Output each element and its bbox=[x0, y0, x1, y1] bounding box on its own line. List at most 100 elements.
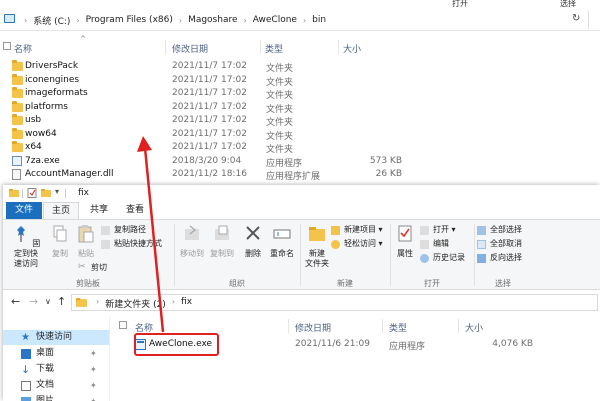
tab-file[interactable]: 文件 bbox=[6, 202, 42, 219]
tab-view[interactable]: 查看 bbox=[117, 202, 153, 219]
column-divider[interactable] bbox=[165, 40, 166, 54]
file-row[interactable]: 7za.exe 2018/3/20 9:04 应用程序 573 KB bbox=[0, 155, 600, 169]
copy-button[interactable]: 复制 bbox=[49, 224, 71, 259]
file-type: 文件夹 bbox=[266, 91, 294, 101]
refresh-icon[interactable]: ↻ bbox=[572, 14, 582, 24]
paste-shortcut-label: 粘贴快捷方式 bbox=[114, 239, 162, 248]
file-name: DriversPack bbox=[25, 61, 79, 71]
easy-access-button[interactable]: 轻松访问 ▾ bbox=[331, 238, 383, 250]
group-divider bbox=[300, 224, 301, 286]
invert-selection-button[interactable]: 反向选择 bbox=[477, 252, 522, 264]
delete-button[interactable]: 删除 bbox=[240, 224, 266, 259]
copy-to-button[interactable]: 复制到 bbox=[208, 224, 236, 259]
file-date: 2021/11/7 17:02 bbox=[172, 88, 247, 98]
recent-locations-icon[interactable]: ∨ bbox=[45, 297, 51, 306]
file-row[interactable]: DriversPack 2021/11/7 17:02 文件夹 bbox=[0, 60, 600, 74]
column-size[interactable]: 大小 bbox=[465, 321, 483, 334]
select-none-icon bbox=[477, 240, 486, 249]
new-folder-icon[interactable] bbox=[41, 188, 51, 198]
pinned-icon: ✦ bbox=[90, 349, 97, 358]
rename-button[interactable]: 重命名 bbox=[268, 224, 296, 259]
sidebar-item-quick-access[interactable]: ★ 快速访问 bbox=[3, 330, 109, 345]
breadcrumb-item[interactable]: Magoshare bbox=[188, 15, 237, 25]
quick-access-toolbar-dropdown-icon[interactable]: ▾ bbox=[55, 187, 59, 196]
column-date[interactable]: 修改日期 bbox=[295, 321, 331, 334]
clipboard-group-label: 剪贴板 bbox=[76, 279, 100, 288]
rename-icon bbox=[273, 229, 291, 239]
new-item-icon bbox=[331, 226, 340, 235]
column-divider[interactable] bbox=[338, 40, 339, 54]
highlight-box bbox=[134, 333, 219, 356]
move-to-button[interactable]: 移动到 bbox=[178, 224, 206, 259]
sidebar-item-pictures[interactable]: 图片 ✦ bbox=[3, 394, 109, 401]
column-divider[interactable] bbox=[288, 319, 289, 333]
sidebar-item-label: 下载 bbox=[36, 364, 55, 374]
easy-access-icon bbox=[331, 240, 340, 249]
cut-button[interactable]: ✂ 剪切 bbox=[78, 262, 107, 274]
paste-shortcut-button[interactable]: 粘贴快捷方式 bbox=[101, 238, 162, 250]
column-size[interactable]: 大小 bbox=[343, 42, 361, 55]
pin-icon bbox=[16, 226, 25, 242]
sidebar-item-documents[interactable]: 文档 ✦ bbox=[3, 378, 109, 393]
file-date: 2021/11/6 21:09 bbox=[295, 339, 370, 349]
breadcrumb-item[interactable]: 新建文件夹 (2) bbox=[105, 297, 166, 310]
file-date: 2021/11/2 18:16 bbox=[172, 169, 247, 179]
file-name: imageformats bbox=[25, 88, 88, 98]
address-bar[interactable]: › 新建文件夹 (2) › fix bbox=[71, 294, 598, 311]
paste-button[interactable]: 粘贴 bbox=[75, 224, 97, 259]
select-all-checkbox[interactable] bbox=[119, 321, 127, 329]
properties-icon[interactable] bbox=[27, 188, 37, 198]
pin-to-quick-access-button[interactable]: 固定到快 速访问 bbox=[9, 224, 43, 269]
file-type: 文件夹 bbox=[266, 64, 294, 74]
file-row[interactable]: usb 2021/11/7 17:02 文件夹 bbox=[0, 114, 600, 128]
new-item-button[interactable]: 新建项目 ▾ bbox=[331, 224, 383, 236]
back-icon[interactable]: ← bbox=[11, 295, 20, 308]
sidebar-item-desktop[interactable]: 桌面 ✦ bbox=[3, 346, 109, 361]
edit-button[interactable]: 编辑 bbox=[420, 238, 449, 250]
column-divider[interactable] bbox=[260, 40, 261, 54]
open-button[interactable]: 打开 ▾ bbox=[420, 224, 456, 236]
column-divider[interactable] bbox=[458, 319, 459, 333]
column-header: ^ 名称 修改日期 类型 大小 bbox=[0, 35, 600, 56]
address-bar[interactable]: › 系统 (C:) › Program Files (x86) › Magosh… bbox=[0, 9, 600, 31]
search-box[interactable] bbox=[588, 11, 600, 29]
file-row[interactable]: imageformats 2021/11/7 17:02 文件夹 bbox=[0, 87, 600, 101]
picture-icon bbox=[21, 397, 31, 401]
breadcrumb-item[interactable]: Program Files (x86) bbox=[86, 15, 173, 25]
select-none-button[interactable]: 全部取消 bbox=[477, 238, 522, 250]
copy-path-button[interactable]: 复制路径 bbox=[101, 224, 146, 236]
tab-share[interactable]: 共享 bbox=[81, 202, 117, 219]
breadcrumb-item[interactable]: fix bbox=[181, 297, 192, 310]
new-folder-button[interactable]: 新建 文件夹 bbox=[303, 224, 331, 269]
edit-label: 编辑 bbox=[433, 239, 449, 248]
sidebar-item-downloads[interactable]: ↓ 下载 ✦ bbox=[3, 362, 109, 377]
file-row[interactable]: AccountManager.dll 2021/11/2 18:16 应用程序扩… bbox=[0, 168, 600, 182]
history-button[interactable]: 历史记录 bbox=[420, 252, 465, 264]
column-type[interactable]: 类型 bbox=[389, 321, 407, 334]
file-name: iconengines bbox=[25, 74, 80, 85]
file-date: 2021/11/7 17:02 bbox=[172, 142, 247, 152]
copy-label: 复制 bbox=[52, 249, 68, 258]
desktop-icon bbox=[21, 349, 31, 359]
breadcrumb-item[interactable]: AweClone bbox=[253, 15, 297, 25]
column-type[interactable]: 类型 bbox=[265, 42, 283, 55]
select-all-button[interactable]: 全部选择 bbox=[477, 224, 522, 236]
file-row[interactable]: wow64 2021/11/7 17:02 文件夹 bbox=[0, 127, 600, 142]
forward-icon[interactable]: → bbox=[29, 295, 38, 308]
file-row[interactable]: iconengines 2021/11/7 17:02 文件夹 bbox=[0, 73, 600, 88]
tab-home[interactable]: 主页 bbox=[43, 202, 79, 219]
up-icon[interactable]: ↑ bbox=[57, 295, 66, 308]
breadcrumb-item[interactable]: bin bbox=[312, 15, 326, 25]
open-icon bbox=[420, 226, 429, 235]
file-name: usb bbox=[25, 115, 42, 125]
column-name[interactable]: 名称 bbox=[14, 42, 32, 55]
breadcrumb-item[interactable]: 系统 (C:) bbox=[33, 14, 70, 27]
properties-button[interactable]: 属性 bbox=[394, 224, 416, 259]
column-date[interactable]: 修改日期 bbox=[172, 42, 208, 55]
select-all-checkbox[interactable] bbox=[3, 42, 11, 50]
history-icon bbox=[420, 254, 429, 263]
file-row[interactable]: platforms 2021/11/7 17:02 文件夹 bbox=[0, 100, 600, 115]
download-icon: ↓ bbox=[21, 363, 31, 376]
file-row[interactable]: x64 2021/11/7 17:02 文件夹 bbox=[0, 141, 600, 155]
column-divider[interactable] bbox=[382, 319, 383, 333]
